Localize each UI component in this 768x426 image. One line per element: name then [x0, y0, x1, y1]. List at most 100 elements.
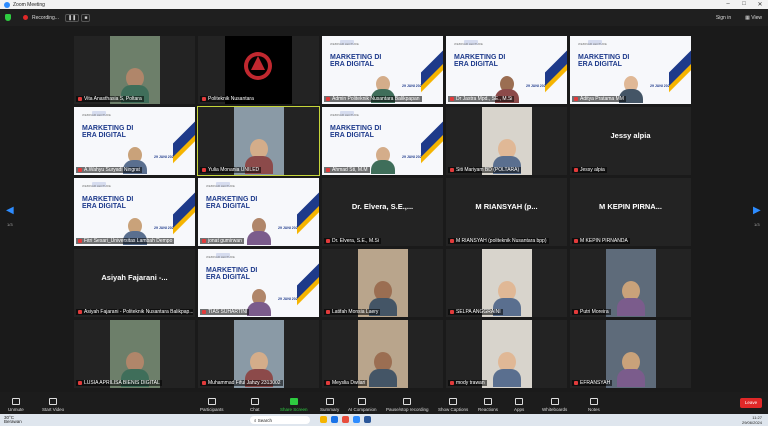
participant-name-label: Aditya Pratama MM — [572, 96, 626, 102]
slide-title: MARKETING DI ERA DIGITAL — [330, 125, 382, 139]
participant-tile[interactable]: Muhammad Fiful Jahzy 2313002 — [198, 320, 319, 388]
taskbar-search[interactable]: ⌕ Search — [250, 416, 310, 424]
participant-tile[interactable]: Putri Moreira — [570, 249, 691, 317]
microphone-muted-icon — [202, 168, 206, 172]
show-captions-button[interactable]: Show Captions — [438, 392, 468, 414]
weather-widget[interactable]: 30°C Berawan — [4, 415, 22, 424]
participant-video — [246, 218, 271, 246]
edge-icon[interactable] — [331, 416, 338, 423]
participant-tile[interactable]: Dr. Elvera, S.E.,... Dr. Elvera, S.E., M.… — [322, 178, 443, 246]
microphone-muted-icon — [202, 381, 206, 385]
chat-button[interactable]: Chat — [250, 392, 260, 414]
participant-tile[interactable]: WEBINAR LECTURE MARKETING DI ERA DIGITAL… — [198, 249, 319, 317]
stop-recording-icon[interactable]: ■ — [81, 13, 91, 22]
zoom-logo-icon — [4, 1, 10, 8]
slide-title: MARKETING DI ERA DIGITAL — [82, 125, 134, 139]
participant-name-label: Meyslia Dwilari — [324, 380, 368, 386]
participant-tile[interactable]: mody trawan — [446, 320, 567, 388]
window-titlebar: Zoom Meeting – □ ✕ — [0, 0, 768, 9]
zoom-icon[interactable] — [353, 416, 360, 423]
participant-tile[interactable]: WEBINAR LECTURE MARKETING DI ERA DIGITAL… — [322, 107, 443, 175]
participant-figure — [616, 352, 645, 388]
microphone-muted-icon — [326, 168, 330, 172]
share-screen-button[interactable]: Share Screen — [280, 392, 308, 414]
participant-tile[interactable]: Asiyah Fajarani -... Asiyah Fajarani - Po… — [74, 249, 195, 317]
summary-button[interactable]: Summary — [320, 392, 339, 414]
participants-icon — [207, 398, 216, 405]
chrome-icon[interactable] — [342, 416, 349, 423]
participant-name-label: A.Wahyu Suryadi Ningrat — [76, 167, 142, 173]
microphone-muted-icon — [450, 381, 454, 385]
recording-icon — [403, 398, 412, 405]
participant-tile[interactable]: WEBINAR LECTURE MARKETING DI ERA DIGITAL… — [322, 36, 443, 104]
participant-name-label: LUSIA APRILISA BIENIS DIGITAL — [76, 380, 162, 386]
notes-icon — [589, 398, 598, 405]
prev-page-icon[interactable]: ◀ — [6, 205, 14, 216]
participant-tile[interactable]: Vita Anasthasia S, Poltara — [74, 36, 195, 104]
participant-display-name: M RIANSYAH (p... — [475, 202, 538, 211]
participant-figure — [492, 352, 521, 388]
participant-name-label: SELPA ANGGRAINI — [448, 309, 503, 315]
windows-taskbar: 30°C Berawan ⌕ Search 11:27 29/06/2024 — [0, 414, 768, 426]
reactions-button[interactable]: Reactions — [478, 392, 498, 414]
participant-tile[interactable]: WEBINAR LECTURE MARKETING DI ERA DIGITAL… — [74, 178, 195, 246]
participant-name-label: Muhammad Fiful Jahzy 2313002 — [200, 380, 283, 386]
ai-companion-button[interactable]: AI Companion — [348, 392, 377, 414]
participant-tile[interactable]: Yulia Monania UNILED — [197, 106, 320, 176]
word-icon[interactable] — [364, 416, 371, 423]
participant-display-name: Asiyah Fajarani -... — [101, 273, 168, 282]
video-grid: Vita Anasthasia S, Poltara Politeknik Nu… — [74, 36, 694, 388]
participant-tile[interactable]: LUSIA APRILISA BIENIS DIGITAL — [74, 320, 195, 388]
participant-tile[interactable]: Siti Mariyam BD (POLTARA) — [446, 107, 567, 175]
slide-title: MARKETING DI ERA DIGITAL — [82, 196, 134, 210]
participant-tile[interactable]: WEBINAR LECTURE MARKETING DI ERA DIGITAL… — [446, 36, 567, 104]
window-title: Zoom Meeting — [13, 1, 45, 8]
participant-tile[interactable]: Jessy alpia Jessy alpia — [570, 107, 691, 175]
microphone-muted-icon — [574, 168, 578, 172]
camera-off-icon — [49, 398, 58, 405]
participant-name-label: EFRANSYAH — [572, 380, 613, 386]
participant-tile[interactable]: Politeknik Nusantara — [198, 36, 319, 104]
maximize-icon[interactable]: □ — [736, 1, 752, 8]
view-button[interactable]: ▦ View — [745, 15, 762, 21]
recording-label: Recording... — [32, 14, 59, 21]
participant-name-label: Admin Politeknik Nusantara Balikpapan — [324, 96, 422, 102]
participant-tile[interactable]: WEBINAR LECTURE MARKETING DI ERA DIGITAL… — [198, 178, 319, 246]
clock[interactable]: 11:27 29/06/2024 — [742, 415, 762, 425]
participant-tile[interactable]: WEBINAR LECTURE MARKETING DI ERA DIGITAL… — [74, 107, 195, 175]
slide-subtitle: WEBINAR LECTURE — [578, 42, 607, 46]
participant-tile[interactable]: M RIANSYAH (p... M RIANSYAH (politeknik N… — [446, 178, 567, 246]
microphone-muted-icon — [450, 239, 454, 243]
participant-video — [246, 289, 271, 317]
participant-tile[interactable]: Latifah Monsia Laery — [322, 249, 443, 317]
microphone-muted-icon — [202, 97, 206, 101]
sign-in-link[interactable]: Sign in — [716, 15, 731, 21]
microphone-muted-icon — [574, 239, 578, 243]
pause-recording-icon[interactable]: ❚❚ — [64, 13, 80, 22]
close-icon[interactable]: ✕ — [752, 1, 768, 8]
minimize-icon[interactable]: – — [720, 1, 736, 8]
page-indicator-left: 1/3 — [7, 222, 13, 227]
next-page-icon[interactable]: ▶ — [753, 205, 761, 216]
participant-name-label: Politeknik Nusantara — [200, 96, 256, 102]
unmute-button[interactable]: Unmute — [8, 392, 24, 414]
start-video-button[interactable]: Start Video — [42, 392, 64, 414]
whiteboards-button[interactable]: Whiteboards — [542, 392, 567, 414]
meeting-topbar: Recording... ❚❚ ■ Sign in ▦ View — [0, 9, 768, 26]
participant-name-label: mody trawan — [448, 380, 487, 386]
participant-tile[interactable]: WEBINAR LECTURE MARKETING DI ERA DIGITAL… — [570, 36, 691, 104]
participant-name-label: Siti Mariyam BD (POLTARA) — [448, 167, 522, 173]
participant-tile[interactable]: EFRANSYAH — [570, 320, 691, 388]
participant-tile[interactable]: M KEPIN PIRNA... M KEPIN PIRNANDA — [570, 178, 691, 246]
pause-stop-recording-button[interactable]: Pause/stop recording — [386, 392, 429, 414]
apps-button[interactable]: Apps — [514, 392, 524, 414]
participant-tile[interactable]: Meyslia Dwilari — [322, 320, 443, 388]
participant-tile[interactable]: SELPA ANGGRAINI — [446, 249, 567, 317]
file-explorer-icon[interactable] — [320, 416, 327, 423]
participants-button[interactable]: Participants — [200, 392, 224, 414]
security-shield-icon[interactable] — [5, 14, 11, 21]
microphone-muted-icon — [78, 310, 82, 314]
notes-button[interactable]: Notes — [588, 392, 600, 414]
leave-button[interactable]: Leave — [740, 398, 762, 408]
microphone-muted-icon — [574, 97, 578, 101]
